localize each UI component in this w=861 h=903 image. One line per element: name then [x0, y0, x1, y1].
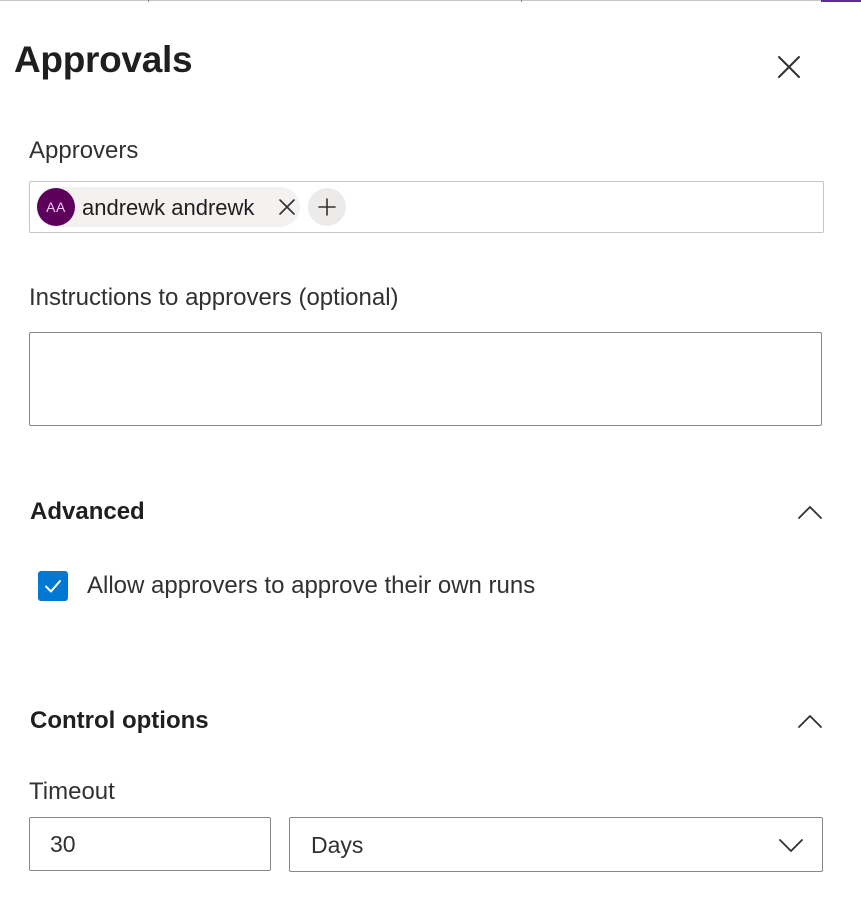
checkmark-icon [45, 580, 61, 593]
timeout-label: Timeout [29, 778, 115, 805]
instructions-label: Instructions to approvers (optional) [29, 284, 399, 311]
control-options-section-title: Control options [30, 707, 209, 734]
approvers-label: Approvers [29, 137, 139, 164]
approver-chip[interactable]: AA andrewk andrewk [36, 187, 300, 227]
panel-title: Approvals [14, 39, 193, 80]
top-accent-bar [821, 0, 861, 2]
top-divider-tick [148, 0, 149, 2]
close-panel-button[interactable] [772, 50, 806, 84]
control-options-section-header[interactable]: Control options [29, 701, 829, 741]
avatar: AA [37, 188, 75, 226]
add-approver-button[interactable] [308, 188, 346, 226]
close-icon [279, 199, 295, 215]
allow-self-approve-checkbox[interactable] [38, 571, 68, 601]
plus-icon [318, 198, 336, 216]
top-divider [0, 0, 861, 1]
approver-name: andrewk andrewk [82, 195, 255, 220]
chevron-down-icon [778, 832, 804, 858]
timeout-unit-value: Days [311, 832, 364, 858]
allow-self-approve-label: Allow approvers to approve their own run… [87, 572, 536, 599]
chevron-up-icon[interactable] [796, 709, 824, 733]
advanced-section-header[interactable]: Advanced [29, 492, 829, 532]
chevron-up-icon[interactable] [796, 500, 824, 524]
timeout-unit-dropdown[interactable]: Days [289, 817, 823, 872]
instructions-field[interactable] [29, 332, 822, 426]
top-divider-tick [521, 0, 522, 2]
timeout-value-input[interactable] [29, 817, 271, 871]
close-icon [778, 56, 800, 78]
remove-approver-button[interactable] [274, 194, 300, 220]
approvers-picker[interactable]: AA andrewk andrewk [29, 181, 824, 233]
approvals-panel: Approvals Approvers AA andrewk andrewk I… [0, 0, 861, 903]
allow-self-approve-option[interactable]: Allow approvers to approve their own run… [38, 568, 598, 604]
advanced-section-title: Advanced [30, 498, 145, 525]
